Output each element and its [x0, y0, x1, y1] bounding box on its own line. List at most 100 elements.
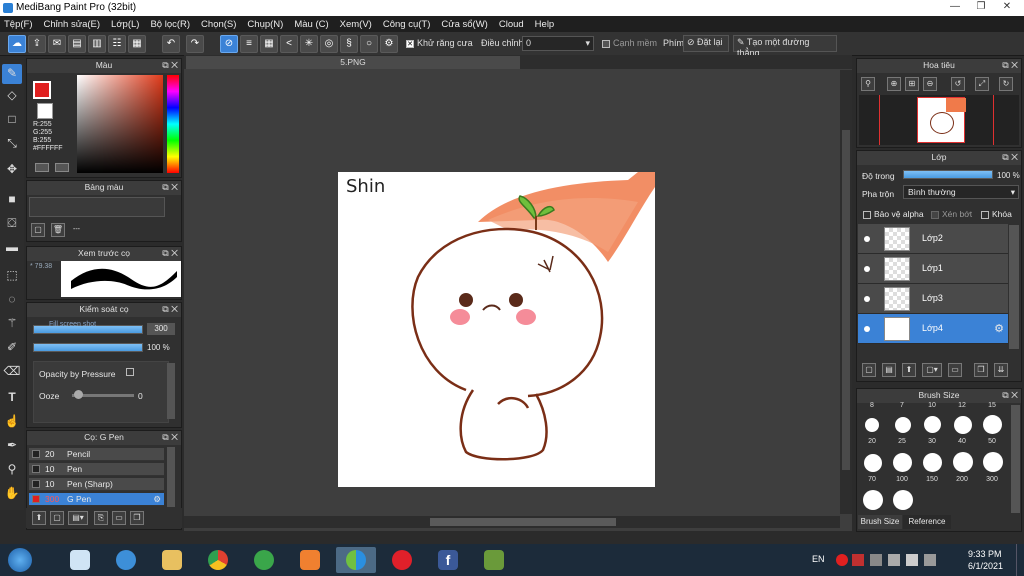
palette-close-icon[interactable]: ⧉ ✕ — [162, 181, 178, 194]
settings-icon[interactable]: ⚙ — [380, 35, 398, 53]
brush-folder-icon[interactable]: ▭ — [112, 511, 126, 525]
navigator-close-icon[interactable]: ⧉ ✕ — [1002, 59, 1018, 72]
layer-row-lop2[interactable]: Lớp2 — [858, 224, 1008, 254]
brush-preview-close-icon[interactable]: ⧉ ✕ — [162, 247, 178, 260]
color-swap-button[interactable] — [55, 163, 69, 172]
antialias-checkbox[interactable] — [406, 39, 414, 48]
curve-snap-icon[interactable]: § — [340, 35, 358, 53]
document-icon[interactable]: ▤ — [68, 35, 86, 53]
menu-tools[interactable]: Công cụ(T) — [383, 19, 431, 30]
protect-alpha-checkbox[interactable] — [863, 210, 871, 219]
tab-reference[interactable]: Reference — [903, 515, 951, 529]
brush-tool-icon[interactable]: ✎ — [2, 64, 22, 84]
dot-tool-icon[interactable]: □ — [2, 110, 22, 130]
minimize-icon[interactable]: — — [942, 0, 968, 14]
blur-tool-icon[interactable]: ⤡ — [2, 134, 22, 154]
move-tool-icon[interactable]: ✥ — [2, 160, 22, 180]
parallel-snap-icon[interactable]: ≡ — [240, 35, 258, 53]
taskbar-app-chrome[interactable] — [198, 547, 238, 573]
visibility-icon[interactable] — [864, 296, 870, 302]
vertical-scrollbar[interactable] — [840, 70, 852, 514]
brush-size-100[interactable] — [893, 453, 912, 472]
opacity-pressure-checkbox[interactable] — [126, 368, 134, 376]
menu-color[interactable]: Màu (C) — [294, 19, 328, 30]
menu-edit[interactable]: Chỉnh sửa(E) — [44, 19, 101, 30]
brush-item-g-pen[interactable]: 300 G Pen ⚙ — [29, 493, 164, 506]
blend-mode-dropdown[interactable]: Bình thường ▾ — [903, 185, 1019, 199]
lock-option[interactable]: Khóa — [981, 209, 1012, 219]
volume-icon[interactable] — [924, 554, 936, 566]
clip-option[interactable]: Xén bớt — [931, 209, 972, 219]
network-icon[interactable] — [888, 554, 900, 566]
brush-size-value[interactable]: 300 — [147, 323, 175, 335]
reset-button[interactable]: ⊘ Đặt lại — [683, 35, 729, 52]
lasso-tool-icon[interactable]: ◌ — [2, 290, 22, 310]
brush-size-200[interactable] — [953, 452, 973, 472]
hue-slider[interactable] — [167, 75, 179, 173]
new-brush-icon[interactable]: ▢ — [50, 511, 64, 525]
brush-duplicate-icon[interactable]: ❐ — [130, 511, 144, 525]
brush-size-30[interactable] — [924, 416, 941, 433]
menu-snap[interactable]: Chụp(N) — [247, 19, 283, 30]
antialias-option[interactable]: Khử răng cưa — [406, 38, 473, 48]
brush-size-300[interactable] — [983, 452, 1003, 472]
redo-icon[interactable]: ↷ — [186, 35, 204, 53]
layers-close-icon[interactable]: ⧉ ✕ — [1002, 151, 1018, 164]
battery-icon[interactable] — [906, 554, 918, 566]
add-brush-icon[interactable]: ⬆ — [32, 511, 46, 525]
magic-wand-icon[interactable]: ⚚ — [2, 314, 22, 334]
brush-size-150[interactable] — [923, 453, 942, 472]
horizontal-scrollbar[interactable] — [184, 516, 840, 528]
document-tab[interactable]: 5.PNG — [186, 56, 520, 69]
brush-item-pen-sharp[interactable]: 10 Pen (Sharp) — [29, 478, 164, 491]
layer-menu-icon[interactable]: ▢▾ — [922, 363, 942, 377]
nav-rotate-right-icon[interactable]: ↻ — [999, 77, 1013, 91]
show-desktop-button[interactable] — [1016, 544, 1024, 576]
vertical-scroll-thumb[interactable] — [842, 130, 850, 470]
taskbar-app-ie[interactable] — [106, 547, 146, 573]
brush-control-scrollbar[interactable] — [167, 363, 175, 419]
undo-icon[interactable]: ↶ — [162, 35, 180, 53]
list-icon[interactable]: ☷ — [108, 35, 126, 53]
color-mode-button[interactable] — [35, 163, 49, 172]
navigator-preview[interactable] — [859, 95, 1019, 145]
menu-cloud[interactable]: Cloud — [499, 19, 524, 30]
text-tool-icon[interactable]: T — [2, 388, 22, 408]
zoom-tool-icon[interactable]: ⚲ — [2, 460, 22, 480]
tab-brush-size[interactable]: Brush Size — [858, 515, 902, 529]
nav-flip-icon[interactable]: ⤢ — [975, 77, 989, 91]
visibility-icon[interactable] — [864, 326, 870, 332]
taskbar-app-facebook[interactable]: f — [428, 547, 468, 573]
select-pen-icon[interactable]: ✐ — [2, 338, 22, 358]
layer-settings-icon[interactable]: ⚙ — [994, 322, 1004, 335]
visibility-icon[interactable] — [864, 266, 870, 272]
taskbar-app-paint[interactable] — [60, 547, 100, 573]
language-indicator[interactable]: EN — [812, 554, 825, 564]
palette-list[interactable] — [29, 197, 165, 217]
select-eraser-icon[interactable]: ⌫ — [2, 362, 22, 382]
comment-icon[interactable]: ✉ — [48, 35, 66, 53]
nav-rotate-left-icon[interactable]: ↺ — [951, 77, 965, 91]
page-icon[interactable]: ▥ — [88, 35, 106, 53]
brush-opacity-slider[interactable] — [33, 343, 143, 352]
add-palette-icon[interactable]: ▢ — [31, 223, 45, 237]
share-icon[interactable]: ⇪ — [28, 35, 46, 53]
ooze-slider-thumb[interactable] — [74, 390, 83, 399]
taskbar-app-media[interactable] — [290, 547, 330, 573]
adjust-dropdown[interactable]: 0 ▾ — [522, 36, 594, 51]
brush-settings-icon[interactable]: ⚙ — [153, 493, 161, 505]
clock-date[interactable]: 6/1/2021 — [968, 561, 1003, 571]
nav-fit-icon[interactable]: ⊞ — [905, 77, 919, 91]
eraser-tool-icon[interactable]: ◇ — [2, 86, 22, 106]
brush-size-40[interactable] — [954, 416, 972, 434]
bucket-tool-icon[interactable]: ⛋ — [2, 214, 22, 234]
drawing-canvas[interactable]: Shin — [338, 172, 655, 487]
brush-size-400[interactable] — [863, 490, 883, 510]
menu-window[interactable]: Cửa sổ(W) — [441, 19, 487, 30]
menu-layer[interactable]: Lớp(L) — [111, 19, 139, 30]
brush-control-close-icon[interactable]: ⧉ ✕ — [162, 303, 178, 316]
circle-snap-icon[interactable]: ◎ — [320, 35, 338, 53]
taskbar-app-medibang[interactable] — [336, 547, 376, 573]
duplicate-layer-icon[interactable]: ❐ — [974, 363, 988, 377]
brush-size-500[interactable] — [893, 490, 913, 510]
